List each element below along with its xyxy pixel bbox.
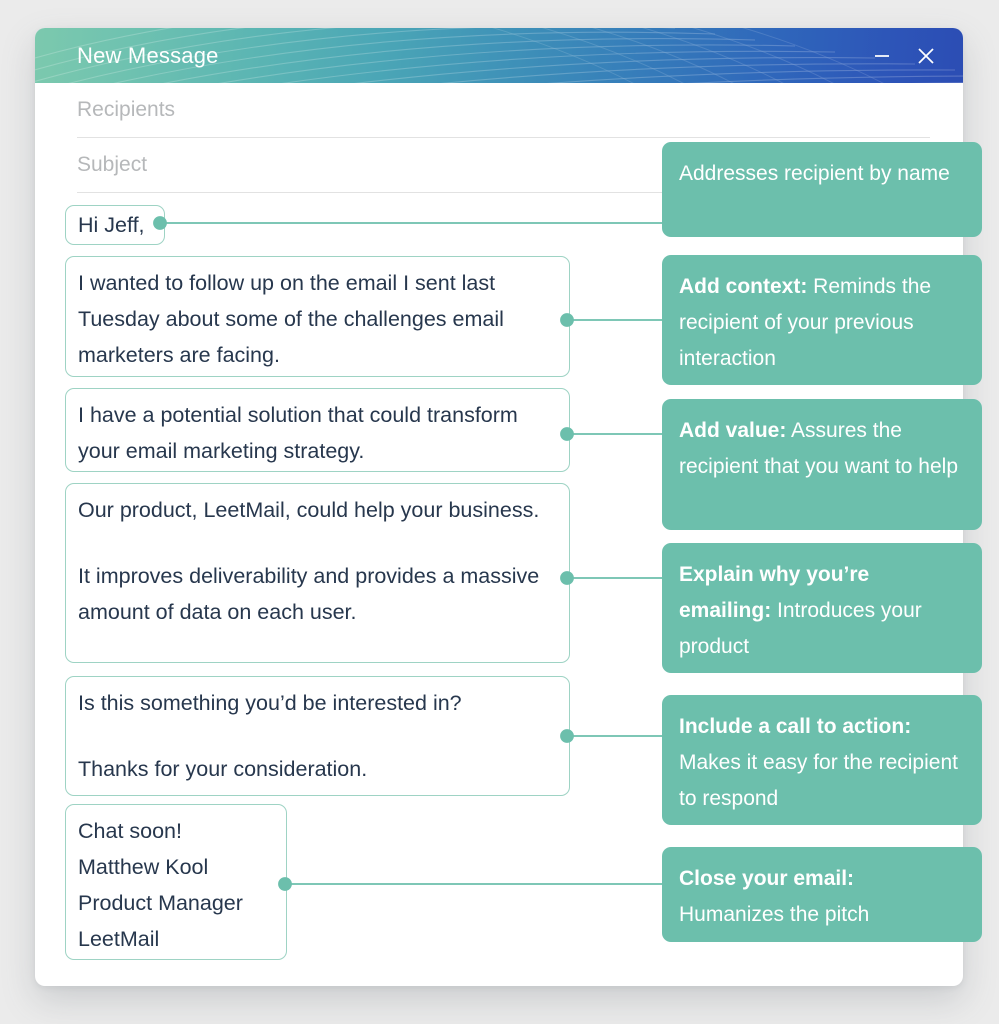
callout-explain-why: Explain why you’re emailing: Introduces … (662, 543, 982, 673)
callout-call-to-action: Include a call to action: Makes it easy … (662, 695, 982, 825)
close-button[interactable] (913, 43, 939, 69)
callout-text: Makes it easy for the recipient to respo… (679, 751, 958, 810)
email-block-product[interactable]: Our product, LeetMail, could help your b… (65, 483, 570, 663)
callout-text: Addresses recipient by name (679, 162, 950, 185)
email-text-line: Is this something you’d be interested in… (78, 691, 462, 715)
window-title-bar: New Message (35, 28, 963, 83)
window-title: New Message (77, 42, 219, 68)
callout-bold-lead: Include a call to action: (679, 715, 912, 738)
email-block-value[interactable]: I have a potential solution that could t… (65, 388, 570, 472)
subject-placeholder: Subject (77, 153, 148, 176)
callout-add-context: Add context: Reminds the recipient of yo… (662, 255, 982, 385)
email-text-line: I wanted to follow up on the email I sen… (78, 271, 504, 367)
callout-close-email: Close your email: Humanizes the pitch (662, 847, 982, 942)
minimize-icon (875, 54, 889, 57)
email-text-line: It improves deliverability and provides … (78, 564, 540, 624)
email-text-line: Product Manager (78, 891, 243, 915)
email-text-line: Thanks for your consideration. (78, 757, 368, 781)
email-text-line: I have a potential solution that could t… (78, 403, 518, 463)
minimize-button[interactable] (869, 43, 895, 69)
callout-addresses-by-name: Addresses recipient by name (662, 142, 982, 237)
email-block-signature[interactable]: Chat soon! Matthew Kool Product Manager … (65, 804, 287, 960)
email-text-line: Our product, LeetMail, could help your b… (78, 498, 540, 522)
email-text-line: Hi Jeff, (78, 213, 145, 237)
email-block-cta[interactable]: Is this something you’d be interested in… (65, 676, 570, 796)
callout-bold-lead: Close your email: (679, 867, 855, 890)
callout-bold-lead: Add context: (679, 275, 808, 298)
recipients-placeholder: Recipients (77, 98, 176, 121)
recipients-field[interactable]: Recipients (77, 83, 930, 138)
email-text-line: LeetMail (78, 927, 160, 951)
email-block-greeting[interactable]: Hi Jeff, (65, 205, 165, 245)
callout-add-value: Add value: Assures the recipient that yo… (662, 399, 982, 530)
close-icon (918, 47, 934, 64)
callout-text: Humanizes the pitch (679, 903, 870, 926)
email-text-line: Matthew Kool (78, 855, 209, 879)
email-text-line: Chat soon! (78, 819, 182, 843)
email-block-context[interactable]: I wanted to follow up on the email I sen… (65, 256, 570, 377)
callout-bold-lead: Add value: (679, 419, 787, 442)
